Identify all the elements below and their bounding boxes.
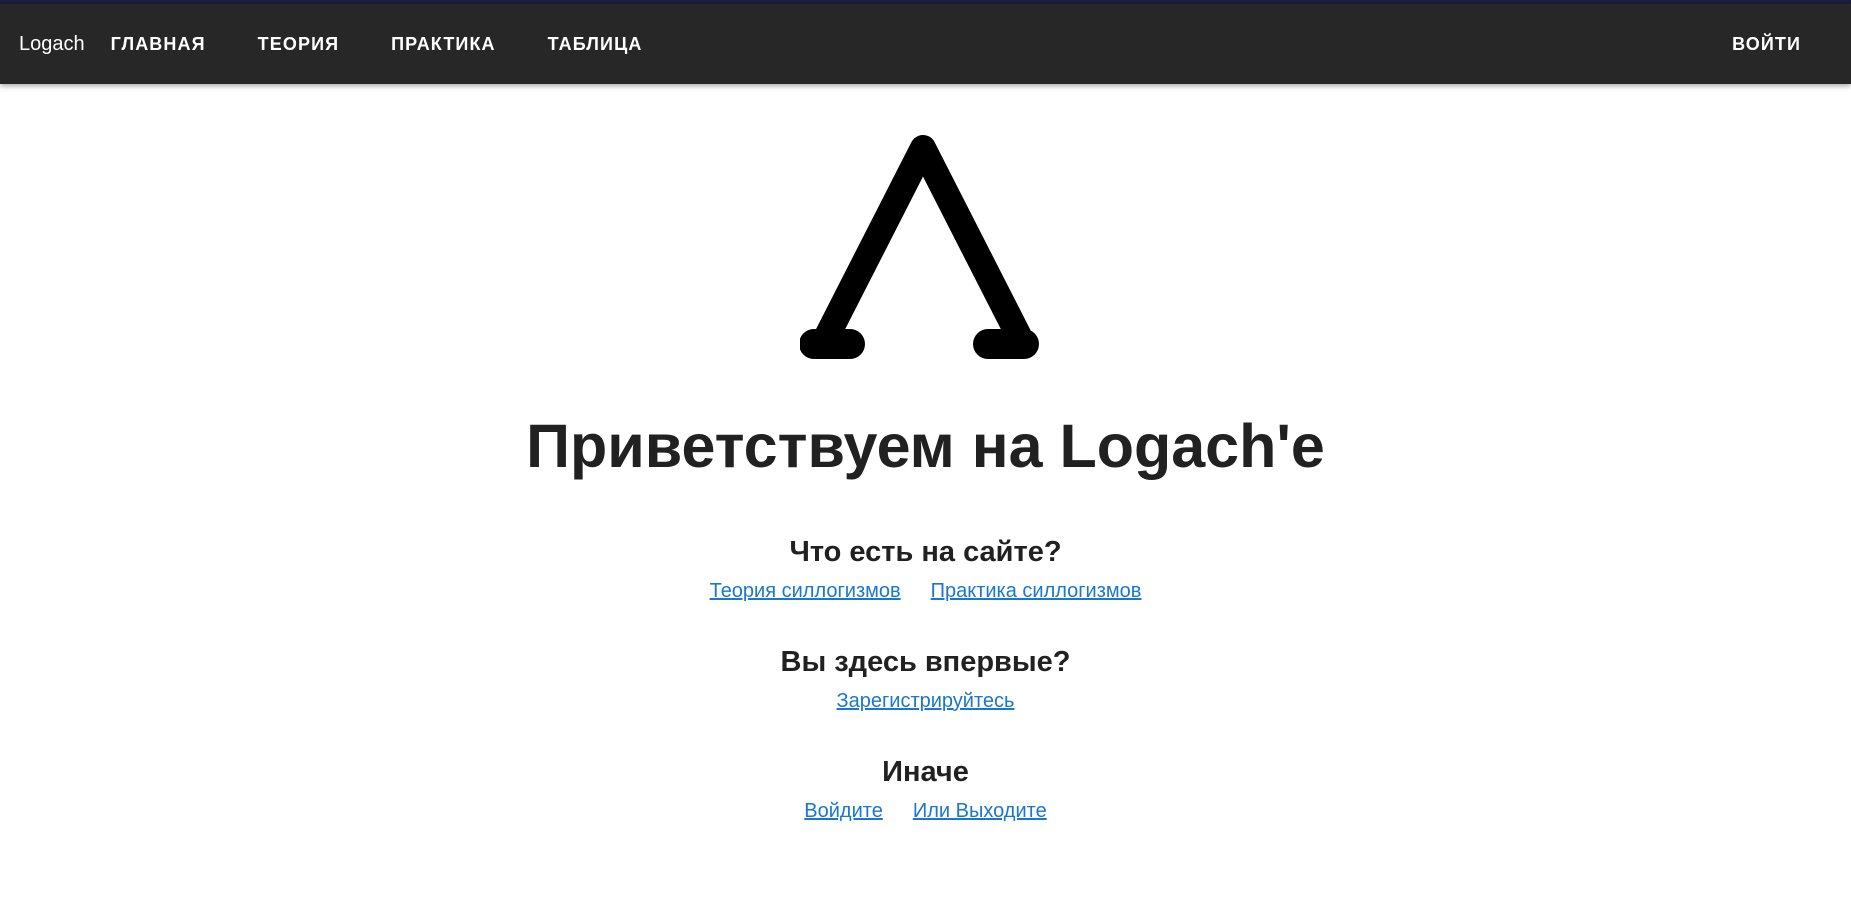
logout-link[interactable]: Или Выходите — [913, 798, 1047, 824]
section-title-site-content: Что есть на сайте? — [789, 536, 1062, 568]
main-nav: ГЛАВНАЯ ТЕОРИЯ ПРАКТИКА ТАБЛИЦА — [89, 24, 665, 64]
first-time-links: Зарегистрируйтесь — [0, 688, 1851, 714]
login-button[interactable]: ВОЙТИ — [1732, 24, 1801, 64]
lambda-icon — [799, 120, 1050, 360]
nav-item-table[interactable]: ТАБЛИЦА — [526, 24, 665, 64]
main-content: Приветствуем на Logach'е Что есть на сай… — [0, 84, 1851, 907]
app-bar: Logach ГЛАВНАЯ ТЕОРИЯ ПРАКТИКА ТАБЛИЦА В… — [0, 4, 1851, 84]
login-link[interactable]: Войдите — [804, 798, 883, 824]
nav-item-home[interactable]: ГЛАВНАЯ — [89, 24, 228, 64]
nav-item-theory[interactable]: ТЕОРИЯ — [236, 24, 361, 64]
otherwise-links: Войдите Или Выходите — [0, 798, 1851, 824]
nav-item-practice[interactable]: ПРАКТИКА — [369, 24, 518, 64]
register-link[interactable]: Зарегистрируйтесь — [837, 688, 1015, 714]
page-title: Приветствуем на Logach'е — [526, 412, 1325, 480]
site-content-links: Теория силлогизмов Практика силлогизмов — [0, 578, 1851, 604]
practice-link[interactable]: Практика силлогизмов — [931, 578, 1142, 604]
brand-link[interactable]: Logach — [19, 33, 85, 56]
section-title-otherwise: Иначе — [882, 756, 969, 788]
section-title-first-time: Вы здесь впервые? — [780, 646, 1071, 678]
theory-link[interactable]: Теория силлогизмов — [710, 578, 901, 604]
